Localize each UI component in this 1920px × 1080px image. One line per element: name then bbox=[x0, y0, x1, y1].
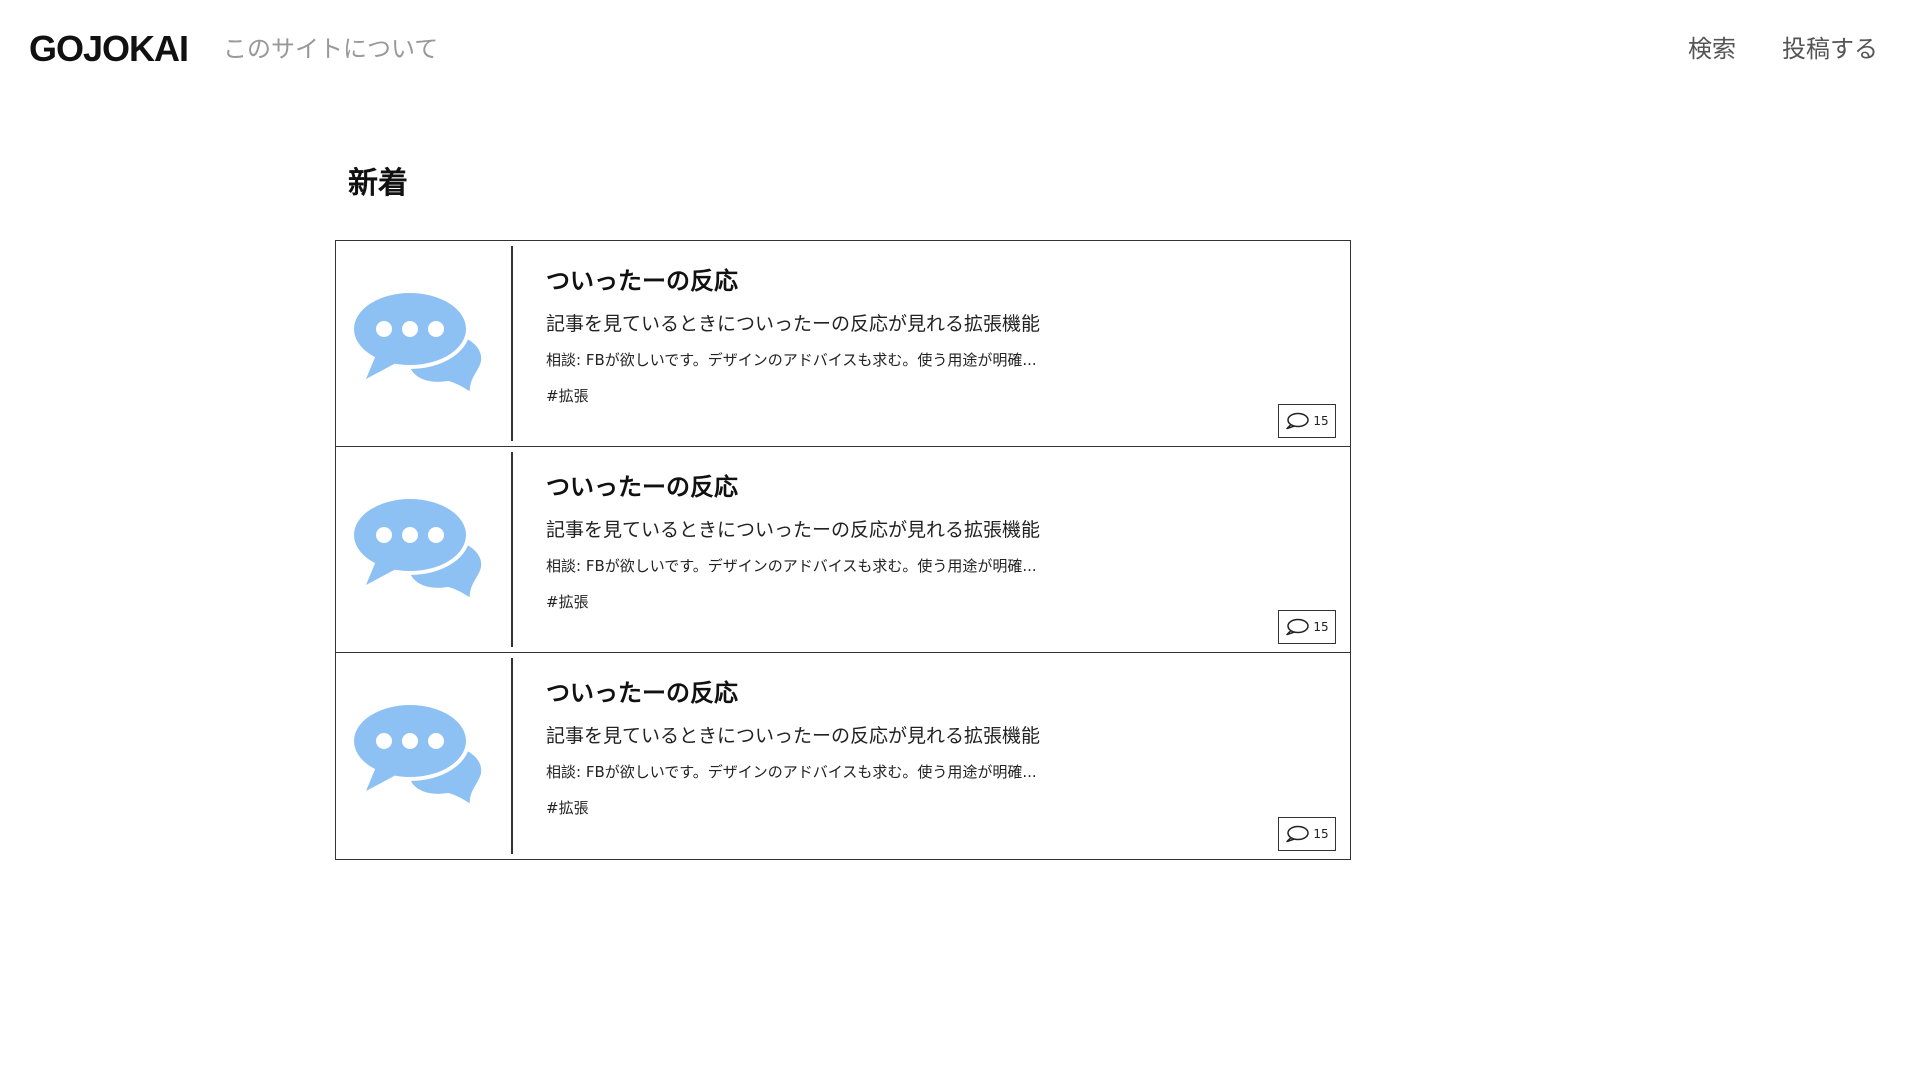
post-note: 相談: FBが欲しいです。デザインのアドバイスも求む。使う用途が明確... bbox=[546, 763, 1037, 781]
post-note: 相談: FBが欲しいです。デザインのアドバイスも求む。使う用途が明確... bbox=[546, 351, 1037, 369]
card-divider bbox=[511, 246, 513, 441]
post-note: 相談: FBが欲しいです。デザインのアドバイスも求む。使う用途が明確... bbox=[546, 557, 1037, 575]
comment-icon bbox=[1286, 825, 1310, 843]
comment-count: 15 bbox=[1313, 414, 1329, 428]
comment-count: 15 bbox=[1313, 827, 1329, 841]
post-title[interactable]: ついったーの反応 bbox=[546, 471, 1330, 503]
nav-search-link[interactable]: 検索 bbox=[1688, 33, 1736, 65]
post-tag[interactable]: #拡張 bbox=[546, 592, 1330, 612]
section-title: 新着 bbox=[348, 166, 408, 201]
post-card[interactable]: ついったーの反応 記事を見ているときについったーの反応が見れる拡張機能 相談: … bbox=[336, 447, 1350, 653]
post-description: 記事を見ているときについったーの反応が見れる拡張機能 bbox=[546, 519, 1041, 541]
about-link[interactable]: このサイトについて bbox=[223, 33, 438, 65]
site-header: GOJOKAI このサイトについて 検索 投稿する bbox=[0, 0, 1920, 96]
card-divider bbox=[511, 452, 513, 647]
post-tag[interactable]: #拡張 bbox=[546, 386, 1330, 406]
post-body: ついったーの反応 記事を見ているときについったーの反応が見れる拡張機能 相談: … bbox=[546, 265, 1330, 406]
post-title[interactable]: ついったーの反応 bbox=[546, 677, 1330, 709]
comment-count-badge[interactable]: 15 bbox=[1278, 817, 1336, 851]
post-tag[interactable]: #拡張 bbox=[546, 798, 1330, 818]
post-description: 記事を見ているときについったーの反応が見れる拡張機能 bbox=[546, 313, 1041, 335]
comment-icon bbox=[1286, 618, 1310, 636]
comment-count: 15 bbox=[1313, 620, 1329, 634]
site-logo[interactable]: GOJOKAI bbox=[29, 28, 189, 70]
comment-icon bbox=[1286, 412, 1310, 430]
post-title[interactable]: ついったーの反応 bbox=[546, 265, 1330, 297]
post-card[interactable]: ついったーの反応 記事を見ているときについったーの反応が見れる拡張機能 相談: … bbox=[336, 241, 1350, 447]
post-thumbnail bbox=[336, 653, 511, 859]
post-thumbnail bbox=[336, 241, 511, 446]
card-divider bbox=[511, 658, 513, 854]
post-body: ついったーの反応 記事を見ているときについったーの反応が見れる拡張機能 相談: … bbox=[546, 677, 1330, 818]
speech-bubbles-icon bbox=[352, 495, 486, 605]
speech-bubbles-icon bbox=[352, 289, 486, 399]
post-description: 記事を見ているときについったーの反応が見れる拡張機能 bbox=[546, 725, 1041, 747]
post-list: ついったーの反応 記事を見ているときについったーの反応が見れる拡張機能 相談: … bbox=[335, 240, 1351, 860]
comment-count-badge[interactable]: 15 bbox=[1278, 610, 1336, 644]
comment-count-badge[interactable]: 15 bbox=[1278, 404, 1336, 438]
post-thumbnail bbox=[336, 447, 511, 652]
nav-post-link[interactable]: 投稿する bbox=[1782, 33, 1878, 65]
post-body: ついったーの反応 記事を見ているときについったーの反応が見れる拡張機能 相談: … bbox=[546, 471, 1330, 612]
header-nav: 検索 投稿する bbox=[1688, 33, 1878, 65]
speech-bubbles-icon bbox=[352, 701, 486, 811]
post-card[interactable]: ついったーの反応 記事を見ているときについったーの反応が見れる拡張機能 相談: … bbox=[336, 653, 1350, 859]
